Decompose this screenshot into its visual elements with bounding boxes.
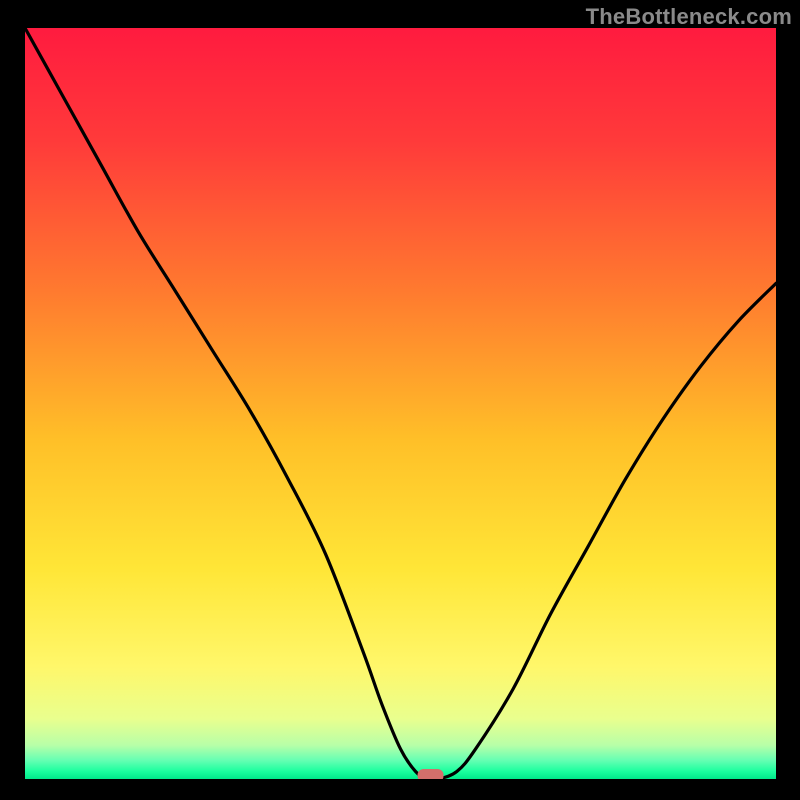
watermark-text: TheBottleneck.com	[586, 4, 792, 30]
bottleneck-plot	[25, 28, 776, 779]
plot-frame	[25, 28, 776, 779]
optimal-marker	[418, 769, 444, 779]
gradient-background	[25, 28, 776, 779]
chart-container: TheBottleneck.com	[0, 0, 800, 800]
